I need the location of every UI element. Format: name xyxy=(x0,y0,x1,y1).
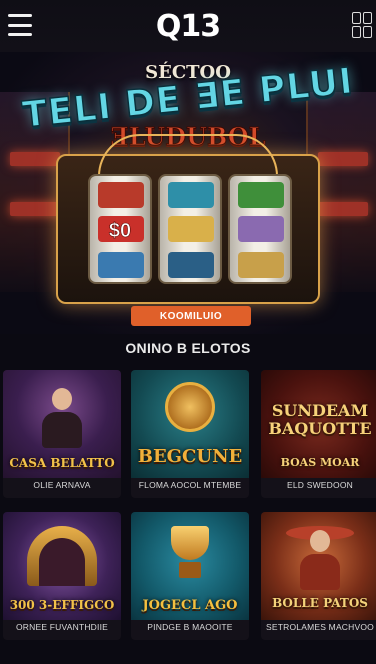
grid-icon[interactable] xyxy=(352,12,372,38)
slot-machine: $0 xyxy=(56,134,320,304)
game-subtitle: FLOMA AOCOL MTEMBE xyxy=(138,480,242,490)
game-title: 300 3-EFFIGCO xyxy=(9,598,115,612)
game-card[interactable]: 300 3-EFFIGCO ORNEE FUVANTHDIIE xyxy=(3,512,121,640)
game-title: JOGECL AGO xyxy=(142,598,238,613)
game-subtitle: ELD SWEDOON xyxy=(287,480,353,490)
game-title: SUNDEAM BAQUOTTE xyxy=(268,401,372,438)
game-subtitle: SETROLAMES MACHVOO xyxy=(266,622,374,632)
slot-reel xyxy=(228,174,292,284)
game-subtitle: PINDGE B MAOOITE xyxy=(147,622,233,632)
hero-cta-button[interactable]: KOOMILUIO xyxy=(131,306,251,326)
game-subtitle-primary: BOAS MOAR xyxy=(280,456,360,469)
game-subtitle: ORNEE FUVANTHDIIE xyxy=(15,622,109,632)
top-bar: Q13 xyxy=(0,0,376,52)
game-subtitle: OLIE ARNAVA xyxy=(33,480,91,490)
reel-value: $0 xyxy=(108,220,132,243)
game-card[interactable]: SUNDEAM BAQUOTTE BOAS MOAR ELD SWEDOON xyxy=(261,370,376,498)
game-card[interactable]: BEGCUNE FLOMA AOCOL MTEMBE xyxy=(131,370,249,498)
game-title: BOLLE PATOS xyxy=(272,596,368,610)
hamburger-menu-icon[interactable] xyxy=(8,14,32,36)
game-card[interactable]: BOLLE PATOS SETROLAMES MACHVOO xyxy=(261,512,376,640)
game-title: CASA BELATTO xyxy=(9,456,115,470)
game-card[interactable]: JOGECL AGO PINDGE B MAOOITE xyxy=(131,512,249,640)
site-logo[interactable]: Q13 xyxy=(156,9,221,44)
game-title: BEGCUNE xyxy=(137,446,243,467)
slot-reel xyxy=(158,174,222,284)
section-title: ONINO B ELOTOS xyxy=(125,340,251,356)
slot-reel: $0 xyxy=(88,174,152,284)
hero-banner: SÉCTOO TELI DE ƎE PLUI ƎLUDUBOL $0 KOOMI… xyxy=(0,52,376,334)
game-card[interactable]: CASA BELATTO OLIE ARNAVA xyxy=(3,370,121,498)
